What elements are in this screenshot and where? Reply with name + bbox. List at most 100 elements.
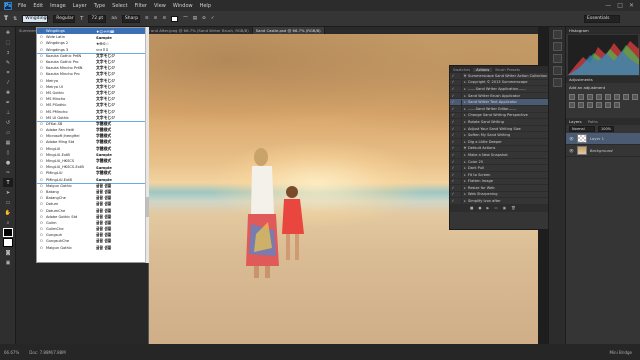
threshold-adjust-icon[interactable] xyxy=(614,102,620,108)
play-icon[interactable]: ▶ xyxy=(487,206,490,210)
eraser-tool-icon[interactable]: ▱ xyxy=(3,128,13,137)
font-family-dropdown[interactable]: O Wingdings ♦☺✈✉☎ O Wide Latin Sample O Wingdin… xyxy=(36,27,148,263)
record-icon[interactable]: ● xyxy=(478,206,481,210)
menu-edit[interactable]: Edit xyxy=(33,3,43,9)
font-style-select[interactable]: Regular xyxy=(53,14,76,23)
menu-image[interactable]: Image xyxy=(50,3,66,9)
commit-icon[interactable]: ✓ xyxy=(211,16,215,21)
warp-text-icon[interactable]: ⌒ xyxy=(183,16,188,22)
posterize-adjust-icon[interactable] xyxy=(605,102,611,108)
layer-row[interactable]: 👁 Layer 1 xyxy=(566,133,640,145)
background-color-swatch[interactable] xyxy=(3,238,13,247)
close-button[interactable]: ✕ xyxy=(629,2,634,9)
orientation-toggle-icon[interactable]: ⇅ xyxy=(13,16,17,22)
menu-help[interactable]: Help xyxy=(200,3,211,9)
tab-brush-presets[interactable]: Brush Presets xyxy=(492,68,523,72)
gradient-tool-icon[interactable]: ▦ xyxy=(3,138,13,147)
history-panel-icon[interactable] xyxy=(553,30,562,39)
action-row[interactable]: ✓ ▸ Sand Writer Brush Applicator xyxy=(450,93,548,100)
exposure-adjust-icon[interactable] xyxy=(596,94,602,100)
new-action-icon[interactable]: ▣ xyxy=(503,206,506,210)
action-row[interactable]: ✓ ▸ Adjust Your Sand Writing Size xyxy=(450,126,548,133)
action-row[interactable]: ✓ ▸ Web Sharpening xyxy=(450,191,548,199)
scrollbar-thumb[interactable] xyxy=(146,197,149,217)
mini-bridge-tab[interactable]: Mini Bridge xyxy=(609,350,632,355)
clone-stamp-tool-icon[interactable]: ⊥ xyxy=(3,108,13,117)
action-row[interactable]: ✓ ▸ Sand Writer Text Applicator xyxy=(450,99,548,106)
action-row[interactable]: ✓ ▸ Copyright © 2013 Summerscape xyxy=(450,79,548,87)
font-size-input[interactable]: 72 pt xyxy=(88,14,107,23)
action-row[interactable]: ✓ ▼ Default Actions xyxy=(450,145,548,153)
healing-brush-tool-icon[interactable]: ✚ xyxy=(3,88,13,97)
brightness-adjust-icon[interactable] xyxy=(569,94,575,100)
action-row[interactable]: ✓ ▸ Simplify Icon after xyxy=(450,198,548,205)
opacity-input[interactable]: 100% xyxy=(598,126,614,132)
navigator-panel-icon[interactable] xyxy=(553,78,562,87)
action-row[interactable]: ✓ ▸ ------Sand Writer Editor------ xyxy=(450,106,548,113)
minimize-button[interactable]: — xyxy=(605,2,611,9)
action-row[interactable]: ✓ ▸ ------Sand Writer Application------ xyxy=(450,86,548,93)
delete-action-icon[interactable]: 🗑 xyxy=(511,206,516,210)
channel-mixer-adjust-icon[interactable] xyxy=(578,102,584,108)
history-brush-tool-icon[interactable]: ↺ xyxy=(3,118,13,127)
levels-adjust-icon[interactable] xyxy=(578,94,584,100)
screen-mode-icon[interactable]: ▣ xyxy=(3,258,13,267)
curves-adjust-icon[interactable] xyxy=(587,94,593,100)
black-white-adjust-icon[interactable] xyxy=(632,94,638,100)
hand-tool-icon[interactable]: ✋ xyxy=(3,208,13,217)
marquee-tool-icon[interactable]: ⬚ xyxy=(3,38,13,47)
blur-tool-icon[interactable]: ◊ xyxy=(3,148,13,157)
font-list-item[interactable]: O Malgun Gothic 글꼴 샘플 xyxy=(37,245,147,251)
action-row[interactable]: ✓ ▸ Make a New Snapshot xyxy=(450,152,548,159)
layer-row[interactable]: 👁 Background xyxy=(566,145,640,157)
new-set-icon[interactable]: ▭ xyxy=(494,206,497,210)
font-family-input[interactable]: Wingdings xyxy=(22,14,49,23)
zoom-level[interactable]: 66.67% xyxy=(4,350,19,355)
character-panel-icon[interactable] xyxy=(553,54,562,63)
action-row[interactable]: ✓ ▸ Dark Pull xyxy=(450,165,548,172)
menu-file[interactable]: File xyxy=(18,3,26,9)
action-row[interactable]: ✓ ▸ Flatten Image xyxy=(450,178,548,186)
quick-select-tool-icon[interactable]: ✎ xyxy=(3,58,13,67)
menu-type[interactable]: Type xyxy=(94,3,105,9)
maximize-button[interactable]: □ xyxy=(617,2,623,9)
action-row[interactable]: ✓ ▸ Color 25 xyxy=(450,159,548,166)
vibrance-adjust-icon[interactable] xyxy=(605,94,611,100)
menu-view[interactable]: View xyxy=(154,3,166,9)
invert-adjust-icon[interactable] xyxy=(596,102,602,108)
tab-layers[interactable]: Layers xyxy=(569,119,582,124)
action-row[interactable]: ✓ ▸ Dig a Little Deeper xyxy=(450,139,548,146)
tab-actions[interactable]: Actions xyxy=(473,67,493,72)
action-row[interactable]: ✓ ▸ Change Sand Writing Perspective xyxy=(450,112,548,120)
quick-mask-icon[interactable]: ◙ xyxy=(3,248,13,257)
crop-tool-icon[interactable]: ⌗ xyxy=(3,68,13,77)
brush-tool-icon[interactable]: ✒ xyxy=(3,98,13,107)
action-row[interactable]: ✓ ▸ Fit to Screen xyxy=(450,172,548,179)
workspace-select[interactable]: Essentials xyxy=(584,14,620,23)
dodge-tool-icon[interactable]: ● xyxy=(3,158,13,167)
stop-recording-icon[interactable]: ■ xyxy=(470,206,473,210)
lasso-tool-icon[interactable]: ↄ xyxy=(3,48,13,57)
text-color-swatch[interactable] xyxy=(171,15,179,22)
blend-mode-select[interactable]: Normal xyxy=(569,126,595,132)
action-row[interactable]: ✓ ▼ Summerscape Sand Writer Action Collect… xyxy=(450,73,548,80)
tab-swatches[interactable]: Swatches xyxy=(450,68,473,72)
pen-tool-icon[interactable]: ✑ xyxy=(3,168,13,177)
zoom-tool-icon[interactable]: ⌕ xyxy=(3,218,13,227)
photo-filter-adjust-icon[interactable] xyxy=(569,102,575,108)
menu-filter[interactable]: Filter xyxy=(135,3,147,9)
color-balance-adjust-icon[interactable] xyxy=(623,94,629,100)
tab-paths[interactable]: Paths xyxy=(588,119,598,124)
action-row[interactable]: ✓ ▸ Resize for Web xyxy=(450,185,548,192)
path-selection-tool-icon[interactable]: ➤ xyxy=(3,188,13,197)
paragraph-panel-icon[interactable] xyxy=(553,66,562,75)
align-left-icon[interactable]: ≡ xyxy=(145,16,149,21)
antialias-select[interactable]: Sharp xyxy=(121,14,140,23)
menu-layer[interactable]: Layer xyxy=(73,3,87,9)
foreground-color-swatch[interactable] xyxy=(3,228,13,237)
tab-sand-castle[interactable]: Sand Castle.psd @ 66.7% (RGB/8) xyxy=(252,27,325,34)
character-panel-icon[interactable]: ▤ xyxy=(193,16,197,21)
action-row[interactable]: ✓ ▸ Rotate Sand Writing xyxy=(450,119,548,126)
menu-select[interactable]: Select xyxy=(112,3,127,9)
type-tool-icon[interactable]: T xyxy=(3,178,13,187)
